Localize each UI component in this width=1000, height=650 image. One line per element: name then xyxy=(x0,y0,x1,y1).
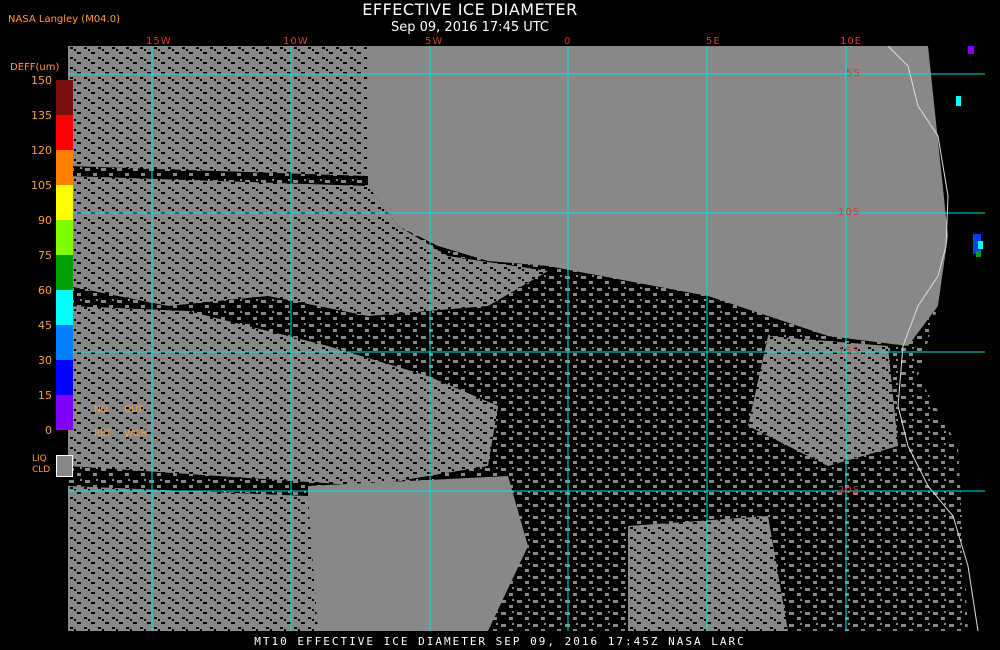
legend-tick: 30 xyxy=(38,354,52,367)
legend-no-label: NO xyxy=(94,405,108,415)
lat-label: 5S xyxy=(846,68,861,79)
legend-swatch xyxy=(56,150,73,185)
legend-valr-label: VALR xyxy=(124,429,148,439)
legend-swatch xyxy=(56,290,73,325)
lat-label: 15S xyxy=(838,346,861,357)
legend-swatch xyxy=(56,80,73,115)
legend-tick: 45 xyxy=(38,319,52,332)
footer-caption: MT10 EFFECTIVE ICE DIAMETER SEP 09, 2016… xyxy=(254,635,746,648)
legend-tick: 135 xyxy=(31,109,52,122)
legend-tick: 75 xyxy=(38,249,52,262)
lon-label: 10E xyxy=(840,36,863,47)
legend-tick: 0 xyxy=(45,424,52,437)
legend-swatch xyxy=(56,255,73,290)
legend-swatch xyxy=(56,220,73,255)
lon-label: 0 xyxy=(564,36,572,47)
legend-swatch xyxy=(56,395,73,430)
cloud-field xyxy=(68,46,985,631)
legend-tick: 60 xyxy=(38,284,52,297)
map-subtitle: Sep 09, 2016 17:45 UTC xyxy=(390,20,550,35)
legend-swatch xyxy=(56,115,73,150)
lon-label: 15W xyxy=(146,36,172,47)
map-title: EFFECTIVE ICE DIAMETER xyxy=(362,0,578,19)
legend-tick: 150 xyxy=(31,74,52,87)
legend-tick: 120 xyxy=(31,144,52,157)
legend-swatch xyxy=(56,325,73,360)
legend-ret-label: RET xyxy=(94,429,112,439)
legend-axis-label: DEFF(um) xyxy=(10,62,60,73)
lon-label: 10W xyxy=(283,36,309,47)
legend-swatch xyxy=(56,360,73,395)
liquid-cloud-swatch xyxy=(56,455,73,477)
satellite-map xyxy=(68,46,985,631)
legend-cld-label: CLD xyxy=(32,465,51,475)
legend-liq-label: LIQ xyxy=(32,454,47,464)
legend-tick: 105 xyxy=(31,179,52,192)
legend-out-label: OUT xyxy=(124,405,144,415)
legend-tick: 15 xyxy=(38,389,52,402)
legend-tick: 90 xyxy=(38,214,52,227)
lon-label: 5E xyxy=(706,36,721,47)
legend-swatch xyxy=(56,185,73,220)
lon-label: 5W xyxy=(425,36,444,47)
lat-label: 10S xyxy=(838,207,861,218)
lat-label: 20S xyxy=(838,485,861,496)
